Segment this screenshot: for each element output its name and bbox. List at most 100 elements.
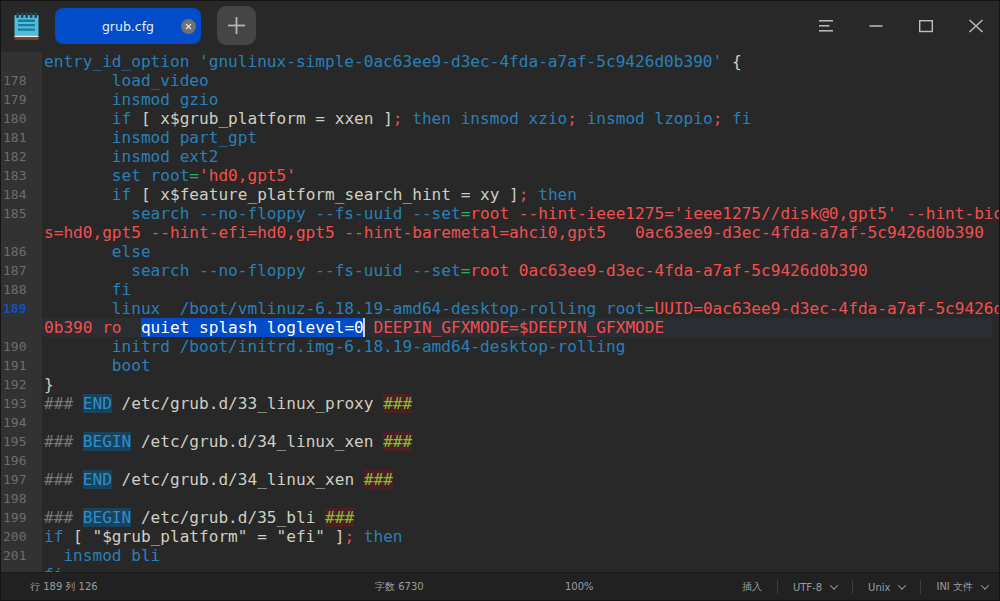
code-segment: /etc/grub.d/34_linux_xen: [131, 432, 383, 451]
code-line[interactable]: insmod bli: [42, 546, 160, 565]
code-line[interactable]: load_video: [42, 71, 209, 90]
line-ending-dropdown[interactable]: Unix: [868, 582, 905, 593]
code-line[interactable]: insmod gzio: [42, 90, 218, 109]
zoom-level: 100%: [565, 573, 594, 601]
line-number: 190: [3, 337, 26, 356]
code-segment: insmod ext2: [44, 147, 218, 166]
code-segment: ###: [383, 432, 412, 451]
code-line[interactable]: if [ x$grub_platform = xxen ]; then insm…: [42, 109, 751, 128]
code-line[interactable]: else: [42, 242, 151, 261]
chevron-down-icon: [898, 581, 906, 589]
code-line[interactable]: search --no-floppy --fs-uuid --set=root …: [42, 204, 1000, 223]
code-segment: search --no-floppy --fs-uuid --set: [44, 261, 461, 280]
code-segment: insmod part_gpt: [44, 128, 257, 147]
code-segment: fi: [44, 280, 131, 299]
line-number: 193: [3, 394, 26, 413]
tab-grub-cfg[interactable]: grub.cfg: [55, 8, 201, 44]
code-line[interactable]: ### END /etc/grub.d/34_linux_xen ###: [42, 470, 393, 489]
code-line[interactable]: ### END /etc/grub.d/33_linux_proxy ###: [42, 394, 412, 413]
separator: [920, 580, 921, 594]
code-segment: [ x$grub_platform = xxen ]: [131, 109, 393, 128]
minimize-button[interactable]: [868, 18, 884, 34]
close-button[interactable]: [968, 18, 984, 34]
titlebar: grub.cfg: [0, 0, 1000, 52]
maximize-button[interactable]: [918, 18, 934, 34]
line-number: 178: [3, 71, 26, 90]
code-line[interactable]: s=hd0,gpt5 --hint-efi=hd0,gpt5 --hint-ba…: [42, 223, 984, 242]
code-segment: else: [44, 242, 151, 261]
code-segment: ###: [44, 470, 83, 489]
code-line[interactable]: search --no-floppy --fs-uuid --set=root …: [42, 261, 868, 280]
statusbar: 行 189 列 126 字数 6730 100% 插入 UTF-8 Unix I…: [0, 572, 1000, 601]
separator: [852, 580, 853, 594]
chevron-down-icon: [981, 581, 989, 589]
file-type-dropdown[interactable]: INI 文件: [936, 580, 988, 594]
close-icon: [181, 19, 196, 34]
line-number: 196: [3, 451, 26, 470]
line-number: 197: [3, 470, 26, 489]
code-segment: set root: [44, 166, 189, 185]
code-line[interactable]: ### BEGIN /etc/grub.d/34_linux_xen ###: [42, 432, 412, 451]
code-line[interactable]: [42, 413, 44, 432]
line-number: 201: [3, 546, 26, 565]
code-segment: then: [529, 185, 577, 204]
app-icon: [13, 12, 41, 40]
line-number: 181: [3, 128, 26, 147]
code-line[interactable]: [42, 451, 44, 470]
code-line[interactable]: initrd /boot/initrd.img-6.18.19-amd64-de…: [42, 337, 625, 356]
code-segment: =: [645, 299, 655, 318]
line-number: 182: [3, 147, 26, 166]
line-number: 200: [3, 527, 26, 546]
encoding-dropdown[interactable]: UTF-8: [793, 582, 837, 593]
code-segment: root --hint-ieee1275='ieee1275//disk@0,g…: [470, 204, 1000, 223]
code-line[interactable]: 0b390 ro quiet splash loglevel=0 DEEPIN_…: [42, 318, 992, 337]
code-segment: entry_id_option 'gnulinux-simple-0ac63ee…: [44, 52, 722, 71]
code-segment: /etc/grub.d/35_bli: [131, 508, 325, 527]
code-line[interactable]: set root='hd0,gpt5': [42, 166, 296, 185]
code-segment: UUID=0ac63ee9-d3ec-4fda-a7af-5c9426d: [654, 299, 1000, 318]
code-line[interactable]: }: [42, 375, 54, 394]
line-number: 188: [3, 280, 26, 299]
code-segment: 0b390 ro: [44, 318, 122, 337]
menu-button[interactable]: [818, 18, 834, 34]
input-mode[interactable]: 插入: [742, 580, 762, 594]
code-line[interactable]: fi: [42, 565, 63, 572]
code-line[interactable]: [42, 489, 44, 508]
code-segment: search --no-floppy --fs-uuid --set: [44, 204, 461, 223]
code-segment: BEGIN: [83, 432, 131, 451]
cursor-position: 行 189 列 126: [30, 573, 98, 601]
code-segment: ###: [44, 508, 83, 527]
line-number: 199: [3, 508, 26, 527]
code-segment: /etc/grub.d/33_linux_proxy: [112, 394, 383, 413]
code-line[interactable]: boot: [42, 356, 151, 375]
code-segment: BEGIN: [83, 508, 131, 527]
editor-area[interactable]: 1781791801811821831841851861871881891901…: [0, 52, 1000, 572]
line-number: 180: [3, 109, 26, 128]
code-line[interactable]: ### BEGIN /etc/grub.d/35_bli ###: [42, 508, 354, 527]
code-line[interactable]: insmod ext2: [42, 147, 218, 166]
chevron-down-icon: [830, 581, 838, 589]
code-segment: load_video: [44, 71, 209, 90]
code-line[interactable]: linux /boot/vmlinuz-6.18.19-amd64-deskto…: [42, 299, 1000, 318]
line-number: 184: [3, 185, 26, 204]
code-segment: if: [44, 185, 131, 204]
tab-title: grub.cfg: [55, 8, 201, 44]
tab-close-button[interactable]: [181, 19, 196, 34]
code-segment: linux /boot/vmlinuz-6.18.19-amd64-deskto…: [44, 299, 645, 318]
code-line[interactable]: if [ x$feature_platform_search_hint = xy…: [42, 185, 577, 204]
line-number: 194: [3, 413, 26, 432]
plus-icon: [217, 6, 256, 45]
new-tab-button[interactable]: [217, 6, 256, 45]
code-line[interactable]: if [ "$grub_platform" = "efi" ]; then: [42, 527, 403, 546]
code-line[interactable]: insmod part_gpt: [42, 128, 257, 147]
code-line[interactable]: fi: [42, 280, 131, 299]
line-number: 191: [3, 356, 26, 375]
code-segment: insmod gzio: [44, 90, 218, 109]
code-rows: entry_id_option 'gnulinux-simple-0ac63ee…: [42, 52, 1000, 572]
line-number: 185: [3, 204, 26, 223]
code-segment: s=hd0,gpt5 --hint-efi=hd0,gpt5 --hint-ba…: [44, 223, 984, 242]
code-segment: ###: [325, 508, 354, 527]
code-segment: insmod bli: [44, 546, 160, 565]
code-segment: [122, 318, 141, 337]
code-line[interactable]: entry_id_option 'gnulinux-simple-0ac63ee…: [42, 52, 742, 71]
